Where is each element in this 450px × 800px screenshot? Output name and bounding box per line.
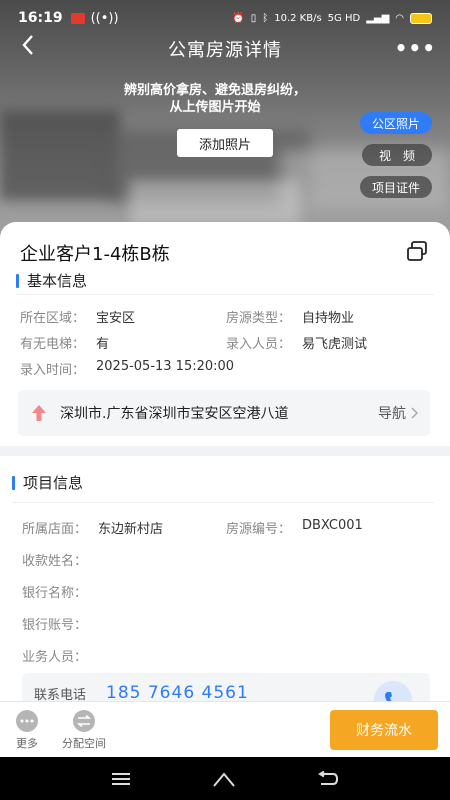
status-left-icons: ((•)) <box>70 10 119 26</box>
field-label: 所属店面： <box>22 522 88 537</box>
field-elevator: 有无电梯： 有 <box>20 333 109 352</box>
field-payee: 收款姓名： <box>22 550 98 569</box>
navigate-label: 导航 <box>378 406 406 422</box>
field-label: 录入时间： <box>20 363 86 378</box>
assign-space-label: 分配空间 <box>62 737 106 750</box>
status-bar: 16:19 ((•)) ⏰ ▯ ᛒ 10.2 KB/s 5G HD ▂▄▆ ◠ <box>0 0 450 36</box>
field-entry-time: 录入时间： 2025-05-13 15:20:00 <box>20 359 234 378</box>
field-label: 录入人员： <box>226 337 292 352</box>
page-title: 公寓房源详情 <box>168 40 282 61</box>
signal-icon: ▂▄▆ <box>366 12 390 24</box>
alarm-icon: ⏰ <box>232 12 245 24</box>
project-info-heading: 项目信息 <box>12 472 83 493</box>
field-label: 银行账号： <box>22 618 88 633</box>
upload-hint-line1: 辨别高价拿房、避免退房纠纷， <box>123 83 306 98</box>
field-code: 房源编号： DBXC001 <box>226 518 363 537</box>
field-value: 东边新村店 <box>98 522 164 537</box>
status-time: 16:19 <box>18 10 63 26</box>
address-text: 深圳市.广东省深圳市宝安区空港八道 <box>60 406 289 422</box>
more-circle-icon <box>16 710 38 732</box>
field-area: 所在区域： 宝安区 <box>20 307 135 326</box>
home-icon[interactable] <box>212 770 236 788</box>
navigate-button[interactable]: 导航 <box>378 403 418 423</box>
divider <box>16 294 434 295</box>
field-value: DBXC001 <box>302 518 363 533</box>
field-value: 2025-05-13 15:20:00 <box>96 359 235 374</box>
basic-info-heading: 基本信息 <box>16 270 87 291</box>
network-type: 5G HD <box>327 12 361 24</box>
more-dots-icon[interactable]: ••• <box>395 36 436 60</box>
field-label: 有无电梯： <box>20 337 86 352</box>
basic-info-card: 企业客户1-4栋B栋 基本信息 所在区域： 宝安区 房源类型： 自持物业 有无电… <box>0 222 450 446</box>
vibrate-icon: ▯ <box>250 12 257 24</box>
field-value: 宝安区 <box>96 311 136 326</box>
signal-extra-icon: ((•)) <box>90 10 119 26</box>
field-value: 易飞虎测试 <box>302 337 368 352</box>
bluetooth-icon: ᛒ <box>262 12 269 24</box>
property-name: 企业客户1-4栋B栋 <box>20 244 170 265</box>
field-label: 房源类型： <box>226 311 292 326</box>
field-label: 房源编号： <box>226 522 292 537</box>
upload-hint-line2: 从上传图片开始 <box>169 100 261 115</box>
basic-info-title: 基本信息 <box>27 272 88 290</box>
project-info-card: 项目信息 所属店面： 东边新村店 房源编号： DBXC001 收款姓名： 银行名… <box>0 456 450 704</box>
field-label: 业务人员： <box>22 650 88 665</box>
nav-bar: 公寓房源详情 ••• <box>0 32 450 66</box>
field-value: 自持物业 <box>302 311 355 326</box>
address-box[interactable]: 深圳市.广东省深圳市宝安区空港八道 导航 <box>18 390 430 436</box>
hero-shape <box>130 180 300 225</box>
more-label: 更多 <box>16 737 38 750</box>
tag-public-photos[interactable]: 公区照片 <box>359 112 432 134</box>
notification-icon <box>70 12 85 24</box>
contact-label: 联系电话 <box>34 687 87 703</box>
copy-icon[interactable] <box>406 240 428 262</box>
swap-icon <box>73 710 95 732</box>
field-label: 收款姓名： <box>22 554 88 569</box>
tag-project-certificates[interactable]: 项目证件 <box>359 176 432 198</box>
status-right-icons: ⏰ ▯ ᛒ 10.2 KB/s 5G HD ▂▄▆ ◠ <box>232 12 432 24</box>
field-bank: 银行名称： <box>22 582 98 601</box>
tag-video[interactable]: 视 频 <box>362 144 432 166</box>
wifi-icon: ◠ <box>395 12 404 24</box>
add-photo-button[interactable]: 添加照片 <box>177 129 273 157</box>
battery-icon <box>410 12 432 24</box>
divider <box>12 502 434 503</box>
network-speed: 10.2 KB/s <box>274 12 322 24</box>
section-accent-bar <box>16 273 19 288</box>
section-accent-bar <box>12 475 15 490</box>
field-label: 所在区域： <box>20 311 86 326</box>
bottom-action-bar: 更多 分配空间 财务流水 <box>0 701 450 757</box>
navigation-arrow-icon <box>32 405 46 421</box>
more-button[interactable]: 更多 <box>16 710 38 751</box>
project-info-title: 项目信息 <box>23 474 84 492</box>
finance-flow-button[interactable]: 财务流水 <box>330 710 438 750</box>
back-icon[interactable] <box>317 770 339 787</box>
chevron-right-icon <box>411 407 418 419</box>
system-nav-bar <box>0 757 450 800</box>
field-value: 有 <box>96 337 110 352</box>
field-label: 银行名称： <box>22 586 88 601</box>
field-account: 银行账号： <box>22 614 98 633</box>
menu-icon[interactable] <box>111 772 131 786</box>
chevron-left-icon[interactable] <box>14 34 42 64</box>
field-type: 房源类型： 自持物业 <box>226 307 354 326</box>
field-store: 所属店面： 东边新村店 <box>22 518 163 537</box>
field-entry-person: 录入人员： 易飞虎测试 <box>226 333 367 352</box>
field-staff: 业务人员： <box>22 646 98 665</box>
upload-hint: 辨别高价拿房、避免退房纠纷， 从上传图片开始 <box>90 82 340 116</box>
media-tags: 公区照片 视 频 项目证件 <box>359 112 432 198</box>
hero-shape <box>0 110 120 200</box>
contact-phone[interactable]: 185 7646 4561 <box>106 683 249 703</box>
assign-space-button[interactable]: 分配空间 <box>62 710 106 751</box>
